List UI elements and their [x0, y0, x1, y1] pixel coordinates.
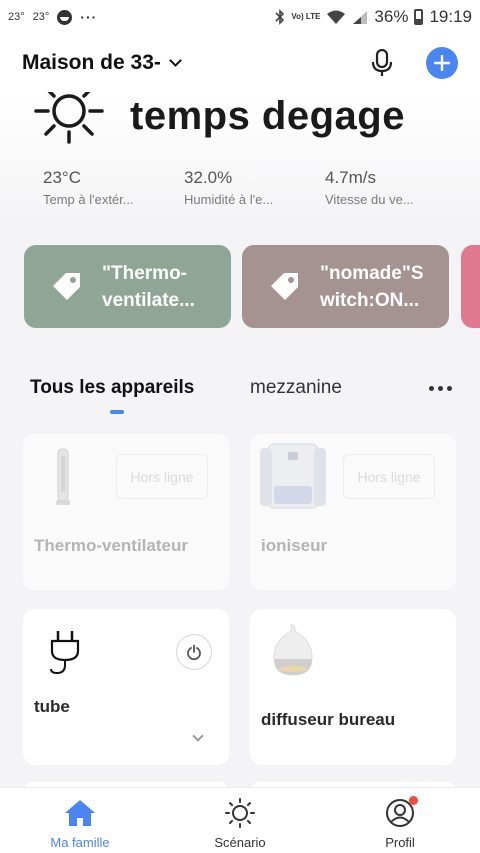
metric-value: 32.0%: [184, 168, 233, 187]
sun-icon: [34, 92, 104, 144]
signal-icon: [353, 10, 368, 24]
metric-value: 4.7m/s: [325, 168, 377, 187]
scene-card-thermo[interactable]: "Thermo- ventilate...: [24, 245, 231, 328]
scene-label-line1: "nomade"S: [320, 262, 424, 284]
metric-label: Vitesse du ve...: [325, 192, 414, 207]
nav-label: Scénario: [214, 835, 266, 850]
weather-condition: temps degage: [130, 94, 405, 138]
scene-label-line1: "Thermo-: [102, 262, 188, 284]
nav-scenario[interactable]: Scénario: [180, 788, 300, 853]
scene-label-line2: witch:ON...: [320, 289, 420, 311]
air-purifier-image: [260, 443, 326, 509]
plug-icon: [50, 631, 80, 675]
app-header: Maison de 33-: [0, 34, 480, 92]
device-name: diffuseur bureau: [261, 710, 396, 729]
home-selector[interactable]: Maison de 33-: [22, 51, 161, 75]
chevron-down-icon[interactable]: [169, 53, 182, 67]
tag-icon: [53, 272, 80, 300]
notification-dot: [409, 796, 418, 805]
wifi-icon: [327, 10, 346, 24]
nav-label: Profil: [385, 835, 415, 850]
nav-ma-famille[interactable]: Ma famille: [20, 788, 140, 853]
bluetooth-icon: [275, 9, 285, 25]
weather-metric-temperature: 23°C Temp à l'extér...: [43, 168, 153, 207]
add-device-button[interactable]: [426, 47, 458, 79]
microphone-icon[interactable]: [366, 47, 398, 79]
metric-label: Humidité à l'e...: [184, 192, 274, 207]
device-card-diffuseur-bureau[interactable]: diffuseur bureau: [250, 609, 456, 765]
scene-label-line2: ventilate...: [102, 289, 195, 311]
offline-badge: Hors ligne: [116, 454, 208, 499]
notification-temp-1: 23°: [8, 11, 25, 23]
clock: 19:19: [429, 7, 472, 26]
tab-all-devices[interactable]: Tous les appareils: [30, 377, 194, 399]
device-card-tube[interactable]: tube: [23, 609, 229, 765]
weather-metric-humidity: 32.0% Humidité à l'e...: [184, 168, 294, 207]
metric-value: 23°C: [43, 168, 81, 187]
status-bar: 23° 23° ··· Vo) LTE 36% 19:19: [0, 0, 480, 34]
metric-label: Temp à l'extér...: [43, 192, 134, 207]
more-options-icon[interactable]: [429, 386, 452, 391]
nav-label: Ma famille: [50, 835, 110, 850]
device-card-ioniseur[interactable]: Hors ligne ioniseur: [250, 434, 456, 590]
bottom-navigation: Ma famille Scénario Profil: [0, 787, 480, 853]
notification-temp-2: 23°: [32, 11, 50, 23]
battery-icon: [414, 9, 424, 25]
tag-icon: [271, 272, 298, 300]
active-tab-indicator: [110, 410, 124, 414]
power-toggle-button[interactable]: [176, 634, 212, 670]
nav-profil[interactable]: Profil: [340, 788, 460, 853]
device-name: tube: [34, 697, 70, 716]
device-name: Thermo-ventilateur: [34, 536, 188, 555]
offline-badge: Hors ligne: [343, 454, 435, 499]
tab-mezzanine[interactable]: mezzanine: [250, 377, 342, 399]
scene-card-nomade[interactable]: "nomade"S witch:ON...: [242, 245, 449, 328]
home-icon: [64, 797, 96, 829]
profile-icon: [384, 796, 418, 829]
device-name: ioniseur: [261, 536, 328, 555]
battery-percent: 36%: [374, 7, 409, 26]
more-notifications-icon: ···: [80, 9, 98, 25]
device-card-thermo-ventilateur[interactable]: Hors ligne Thermo-ventilateur: [23, 434, 229, 590]
weather-metric-wind: 4.7m/s Vitesse du ve...: [325, 168, 435, 207]
chevron-down-icon[interactable]: [192, 730, 204, 742]
weather-panel[interactable]: temps degage 23°C Temp à l'extér... 32.0…: [0, 92, 480, 222]
network-type: Vo) LTE: [291, 12, 321, 21]
diffuser-image: [273, 624, 313, 676]
notification-app-icon: [57, 9, 73, 25]
scenario-sun-icon: [224, 797, 256, 829]
scene-card-partial[interactable]: [461, 245, 480, 328]
power-icon: [187, 644, 201, 660]
heater-tower-image: [56, 448, 70, 505]
